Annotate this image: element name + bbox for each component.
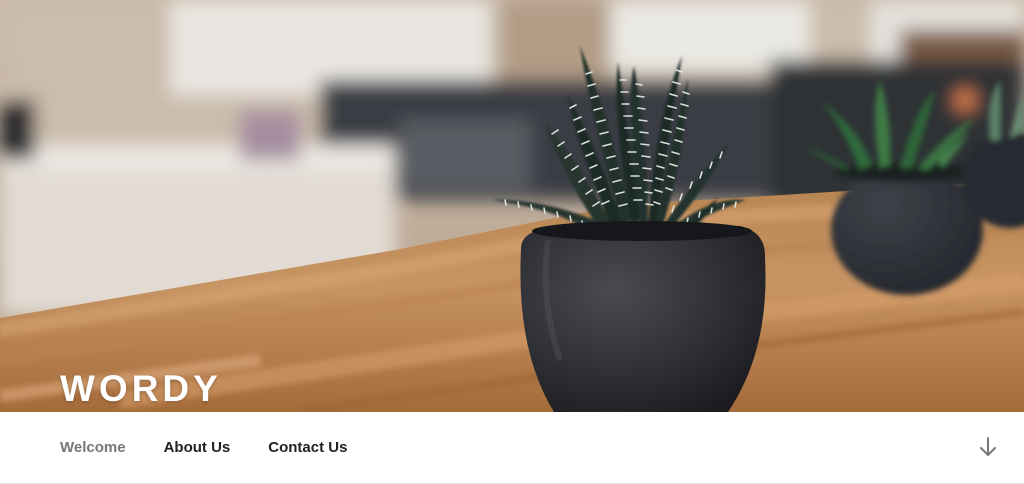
arrow-down-icon[interactable] — [978, 436, 998, 458]
site-title[interactable]: WORDY — [60, 366, 222, 412]
nav-item-welcome[interactable]: Welcome — [60, 439, 126, 456]
nav-menu: Welcome About Us Contact Us — [60, 412, 385, 483]
nav-item-contact-us[interactable]: Contact Us — [268, 439, 347, 456]
header-hero: WORDY — [0, 0, 1024, 412]
nav-item-about-us[interactable]: About Us — [164, 439, 231, 456]
hero-photo — [0, 0, 1024, 412]
page: WORDY Welcome About Us Contact Us — [0, 0, 1024, 484]
main-navigation: Welcome About Us Contact Us — [0, 412, 1024, 484]
